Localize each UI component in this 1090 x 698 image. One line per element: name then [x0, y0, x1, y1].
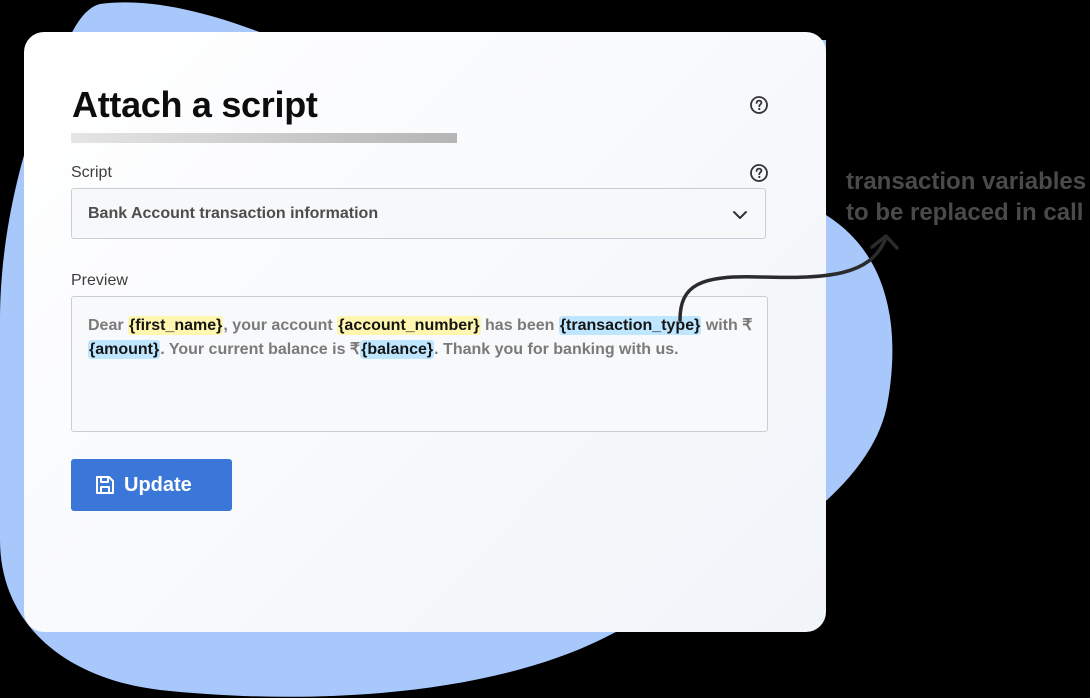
preview-text-segment: . Your current balance is ₹ [160, 341, 361, 358]
variable-first-name: {first_name} [128, 316, 224, 335]
variable-amount: {amount} [88, 340, 161, 359]
script-select-value: Bank Account transaction information [88, 205, 379, 222]
preview-text: Dear {first_name}, your account {account… [88, 314, 753, 362]
chevron-down-icon [733, 211, 747, 219]
preview-box: Dear {first_name}, your account {account… [71, 296, 768, 432]
preview-text-segment: with ₹ [701, 317, 753, 334]
variable-balance: {balance} [360, 340, 435, 359]
annotation-line: transaction variables [846, 168, 1087, 195]
update-button-label: Update [124, 474, 192, 496]
preview-text-segment: Dear [88, 317, 129, 334]
page-title: Attach a script [72, 84, 318, 125]
annotation-line: to be replaced in call [846, 199, 1084, 226]
help-icon[interactable] [749, 163, 769, 183]
variable-account-number: {account_number} [337, 316, 481, 335]
attach-script-card: Attach a script Script Bank Account tran… [24, 32, 826, 632]
annotation-note: transaction variables to be replaced in … [846, 166, 1090, 228]
help-icon[interactable] [749, 95, 769, 115]
preview-label: Preview [71, 272, 128, 289]
preview-text-segment: . Thank you for banking with us. [434, 341, 679, 358]
variable-transaction-type: {transaction_type} [558, 316, 702, 335]
title-underline [71, 133, 457, 143]
script-label: Script [71, 164, 112, 181]
preview-text-segment: , your account [223, 317, 338, 334]
update-button[interactable]: Update [71, 459, 232, 511]
save-icon [96, 476, 114, 494]
script-select[interactable]: Bank Account transaction information [71, 188, 766, 239]
preview-text-segment: has been [480, 317, 559, 334]
